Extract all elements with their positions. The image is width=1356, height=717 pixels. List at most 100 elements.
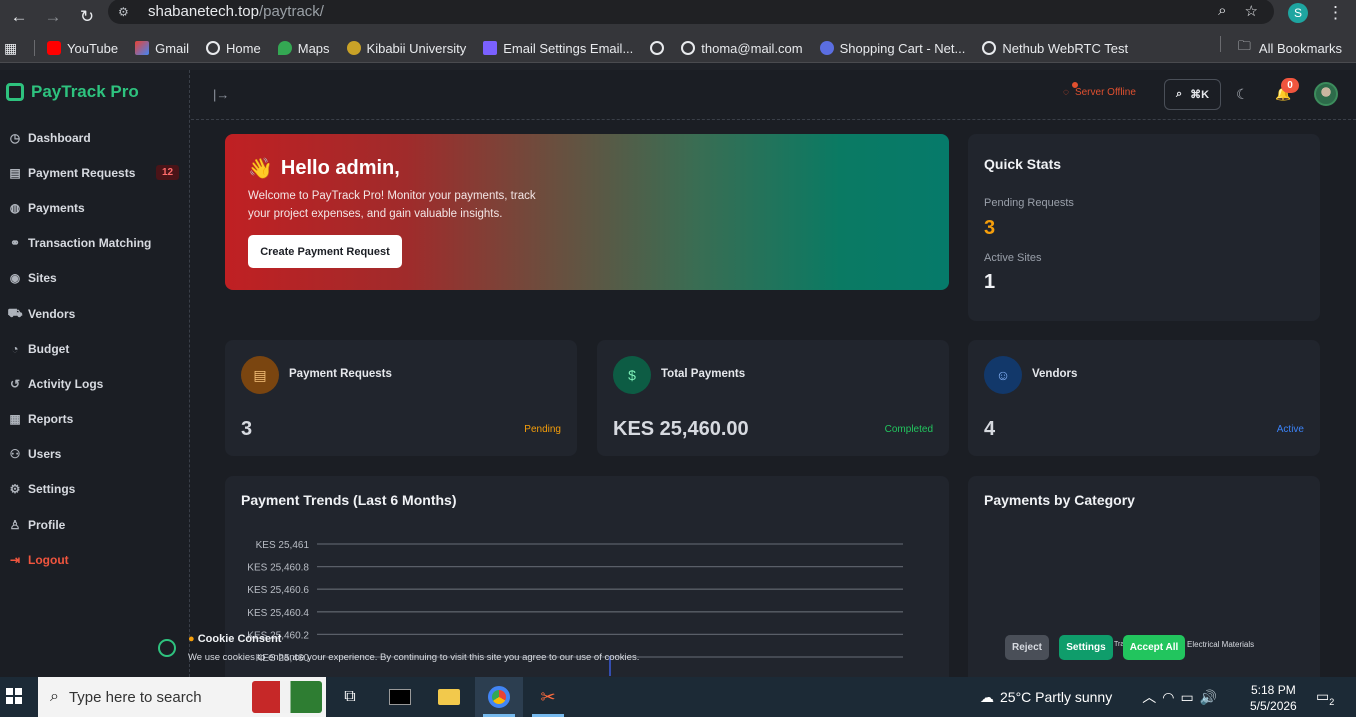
- windows-start-icon[interactable]: [6, 688, 22, 704]
- wifi-icon[interactable]: ◠: [1162, 689, 1174, 706]
- wave-icon: 👋: [248, 158, 273, 180]
- notification-center-icon[interactable]: ▭2: [1316, 688, 1334, 707]
- sidebar-item-label: Logout: [28, 552, 69, 567]
- collapse-sidebar-icon[interactable]: |→: [213, 87, 229, 102]
- search-icon: ⌕: [50, 688, 59, 705]
- document-icon: ▤: [241, 356, 279, 394]
- bookmark-maps[interactable]: Maps: [277, 41, 330, 56]
- bookmark-home[interactable]: Home: [206, 41, 261, 56]
- sidebar-item-payment-requests[interactable]: ▤ Payment Requests 12: [0, 155, 189, 190]
- system-tray: ☁ 25°C Partly sunny ︿ ◠ ▭ 🔊: [980, 677, 1217, 717]
- maps-icon: [277, 41, 292, 55]
- chevron-up-icon[interactable]: ︿: [1142, 687, 1156, 707]
- apps-grid-icon[interactable]: ▦: [4, 40, 20, 57]
- bookmark-gmail[interactable]: Gmail: [135, 41, 189, 56]
- users-icon: ⚇: [9, 447, 21, 462]
- forward-icon[interactable]: →: [38, 5, 68, 29]
- address-bar[interactable]: ⚙ shabanetech.top/paytrack/ ⌕ ☆: [108, 0, 1274, 24]
- reject-cookies-button[interactable]: Reject: [1005, 635, 1049, 660]
- profile-avatar[interactable]: S: [1288, 3, 1308, 23]
- logo-icon: [6, 83, 24, 101]
- stat-card-total-payments: $ Total Payments KES 25,460.00 Completed: [597, 340, 949, 456]
- cookie-settings-button[interactable]: Settings: [1059, 635, 1113, 660]
- sidebar-item-sites[interactable]: ◉ Sites: [0, 261, 189, 296]
- terminal-icon[interactable]: [376, 677, 424, 717]
- sidebar-item-profile[interactable]: ♙ Profile: [0, 507, 189, 542]
- sidebar-item-reports[interactable]: ▦ Reports: [0, 402, 189, 437]
- clock[interactable]: 5:18 PM 5/5/2026: [1250, 682, 1297, 714]
- sidebar-item-label: Dashboard: [28, 130, 91, 145]
- globe-icon: [650, 41, 665, 55]
- cookie-icon: [158, 639, 176, 657]
- sidebar-item-label: Activity Logs: [28, 376, 104, 391]
- menu-icon[interactable]: ⋮: [1327, 3, 1344, 23]
- browser-toolbar: ← → ↻ ⚙ shabanetech.top/paytrack/ ⌕ ☆ S …: [0, 0, 1356, 34]
- reload-icon[interactable]: ↻: [72, 5, 102, 29]
- users-icon: ☺: [984, 356, 1022, 394]
- sidebar-item-dashboard[interactable]: ◷ Dashboard: [0, 120, 189, 155]
- active-sites-label: Active Sites: [984, 252, 1042, 264]
- welcome-subtitle: Welcome to PayTrack Pro! Monitor your pa…: [248, 190, 536, 220]
- cookie-consent-banner: ● Cookie Consent We use cookies to enhan…: [150, 628, 1356, 677]
- status-badge: Pending: [524, 424, 561, 435]
- all-bookmarks[interactable]: 🗀 All Bookmarks: [1219, 36, 1342, 59]
- server-status: ◌ Server Offline: [1063, 81, 1136, 98]
- chrome-icon[interactable]: [475, 677, 523, 717]
- sidebar-item-label: Payments: [28, 200, 85, 215]
- bookmark-youtube[interactable]: YouTube: [47, 41, 118, 56]
- y-tick-label: KES 25,461: [256, 540, 310, 551]
- sidebar-item-payments[interactable]: ◍ Payments: [0, 190, 189, 225]
- sidebar-item-vendors[interactable]: ⛟ Vendors: [0, 296, 189, 331]
- sidebar: PayTrack Pro ◷ Dashboard ▤ Payment Requests…: [0, 70, 190, 677]
- y-tick-label: KES 25,460.8: [247, 563, 309, 574]
- search-icon: ⌕: [1175, 88, 1183, 100]
- active-sites-value: 1: [984, 271, 996, 293]
- folder-icon: 🗀: [1237, 38, 1251, 53]
- zoom-icon[interactable]: ⌕: [1218, 2, 1226, 20]
- task-view-icon[interactable]: ⧉: [326, 677, 374, 717]
- truck-icon: ⛟: [7, 305, 23, 320]
- sidebar-item-users[interactable]: ⚇ Users: [0, 437, 189, 472]
- pie-icon: ◔: [11, 341, 19, 356]
- brand[interactable]: PayTrack Pro: [6, 82, 139, 102]
- shortcut-label: ⌘K: [1190, 89, 1210, 101]
- site-settings-icon[interactable]: ⚙: [118, 5, 138, 19]
- wallet-icon: ◍: [9, 200, 21, 215]
- sidebar-item-label: Users: [28, 447, 62, 462]
- volume-icon[interactable]: 🔊: [1200, 689, 1217, 706]
- app-icon[interactable]: ✂: [524, 677, 572, 717]
- y-tick-label: KES 25,460.4: [247, 608, 309, 619]
- weather-text[interactable]: 25°C Partly sunny: [1000, 689, 1112, 705]
- bookmark-nethub[interactable]: Nethub WebRTC Test: [982, 41, 1128, 56]
- bookmark-shopping-cart[interactable]: Shopping Cart - Net...: [819, 41, 965, 56]
- sidebar-item-label: Profile: [28, 517, 66, 532]
- search-button[interactable]: ⌕ ⌘K: [1164, 79, 1221, 110]
- dashboard-icon: ◷: [9, 130, 21, 145]
- bookmark-star-icon[interactable]: ☆: [1245, 2, 1258, 20]
- sidebar-item-transaction-matching[interactable]: ⚭ Transaction Matching: [0, 226, 189, 261]
- globe-icon: [982, 41, 997, 55]
- sidebar-item-logout[interactable]: ⇥ Logout: [0, 542, 189, 577]
- sidebar-item-label: Reports: [28, 412, 74, 427]
- sidebar-item-budget[interactable]: ◔ Budget: [0, 331, 189, 366]
- sidebar-item-settings[interactable]: ⚙ Settings: [0, 472, 189, 507]
- bolt-icon: [483, 41, 498, 55]
- taskbar-search[interactable]: ⌕ Type here to search: [38, 677, 326, 717]
- theme-toggle-icon[interactable]: ☾: [1236, 86, 1249, 103]
- bookmark-thoma[interactable]: thoma@mail.com: [681, 41, 803, 56]
- stat-card-vendors: ☺ Vendors 4 Active: [968, 340, 1320, 456]
- battery-icon[interactable]: ▭: [1180, 689, 1193, 706]
- file-explorer-icon[interactable]: [425, 677, 473, 717]
- sidebar-item-activity-logs[interactable]: ↺ Activity Logs: [0, 366, 189, 401]
- bookmark-globe[interactable]: [650, 41, 665, 55]
- accept-cookies-button[interactable]: Accept All: [1123, 635, 1185, 660]
- bookmark-kibabii[interactable]: Kibabii University: [346, 41, 466, 56]
- stat-value: 4: [984, 418, 996, 440]
- back-icon[interactable]: ←: [4, 5, 34, 29]
- cart-icon: [819, 41, 834, 55]
- windows-taskbar: ⌕ Type here to search ⧉ ✂ ☁ 25°C Partly …: [0, 677, 1356, 717]
- sidebar-item-label: Settings: [28, 482, 76, 497]
- bookmark-email-settings[interactable]: Email Settings Email...: [483, 41, 633, 56]
- user-avatar[interactable]: [1314, 82, 1338, 106]
- create-payment-request-button[interactable]: Create Payment Request: [248, 235, 402, 268]
